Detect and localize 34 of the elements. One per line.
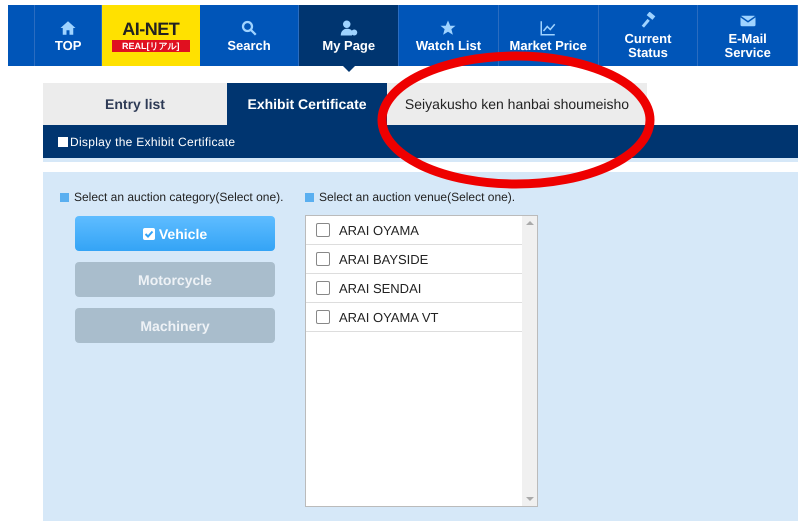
scroll-down-icon[interactable]: [526, 496, 534, 502]
nav-item[interactable]: Current Status: [598, 5, 698, 66]
section-heading: Select an auction category(Select one).: [74, 190, 284, 204]
square-icon: [60, 192, 69, 202]
logo-subtext: REAL[リアル]: [112, 40, 190, 52]
chart-icon: [539, 18, 558, 36]
checkbox[interactable]: [316, 252, 330, 266]
tab[interactable]: Seiyakusho ken hanbai shoumeisho: [387, 83, 647, 125]
star-icon: [439, 18, 458, 36]
logo-text: AI-NET: [122, 20, 180, 38]
nav-item[interactable]: E-Mail Service: [698, 5, 798, 66]
scrollbar[interactable]: [522, 216, 537, 506]
venue-item[interactable]: ARAI BAYSIDE: [306, 245, 522, 274]
pointer-icon: [342, 66, 355, 72]
square-icon: [58, 136, 68, 146]
checkbox[interactable]: [316, 223, 330, 237]
checkbox[interactable]: [316, 310, 330, 324]
gavel-icon: [638, 12, 657, 30]
venue-item[interactable]: ARAI OYAMA VT: [306, 303, 522, 332]
tab[interactable]: Entry list: [43, 83, 227, 125]
nav-item[interactable]: Watch List: [399, 5, 499, 66]
scroll-up-icon[interactable]: [526, 220, 534, 226]
checkbox[interactable]: [316, 281, 330, 295]
section-heading: Select an auction venue(Select one).: [319, 190, 516, 204]
logo-link[interactable]: AI-NET REAL[リアル]: [102, 5, 200, 66]
nav-item[interactable]: Market Price: [498, 5, 599, 66]
square-icon: [305, 192, 314, 202]
venue-item[interactable]: ARAI SENDAI: [306, 274, 522, 303]
checkbox-icon: [142, 228, 155, 240]
tab[interactable]: Exhibit Certificate: [227, 83, 387, 125]
search-icon: [240, 18, 258, 36]
venue-item[interactable]: ARAI OYAMA: [306, 216, 522, 245]
house-icon: [59, 18, 78, 36]
banner-title: Display the Exhibit Certificate: [70, 134, 236, 148]
